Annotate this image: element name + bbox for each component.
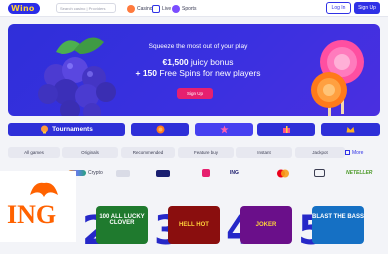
casino-icon (127, 4, 135, 13)
trophy-icon (41, 125, 49, 134)
star-icon (219, 125, 229, 134)
filter-originals[interactable]: Originals (62, 147, 118, 158)
search-input[interactable] (60, 5, 114, 12)
more-button[interactable]: More (345, 147, 363, 158)
filter-feature-buy[interactable]: Feature buy (178, 147, 234, 158)
login-button[interactable]: Log In (326, 2, 351, 14)
lollipop-illustration (311, 40, 364, 116)
hero-signup-button[interactable]: Sign Up (177, 88, 213, 99)
filter-instant[interactable]: Instant (236, 147, 292, 158)
category-tournaments[interactable]: Tournaments (8, 123, 125, 136)
payment-card-b (202, 168, 210, 178)
category-coins[interactable] (131, 123, 189, 136)
search-box[interactable] (56, 3, 116, 13)
top-bar: Wino Casino Live Sports Log In Sign Up (0, 0, 388, 17)
category-bonuses[interactable] (257, 123, 315, 136)
hero-bonus: €1,500 juicy bonus (118, 57, 278, 67)
game-tile-1[interactable]: 100 ALL LUCKY CLOVER (96, 206, 148, 244)
payment-card-a (116, 168, 130, 178)
live-icon (152, 4, 160, 13)
nav-casino[interactable]: Casino (127, 3, 153, 14)
hero-bonus-text: juicy bonus (190, 57, 234, 67)
payment-neteller: NETELLER (346, 170, 373, 176)
payment-mastercard (276, 168, 290, 178)
visa-icon (156, 169, 170, 177)
hero-bonus-amount: €1,500 (162, 57, 189, 67)
category-vip[interactable] (321, 123, 380, 136)
games-row: 2 100 ALL LUCKY CLOVER 3 HELL HOT 4 JOKE… (76, 200, 388, 254)
game-tile-3[interactable]: JOKER (240, 206, 292, 244)
game-tile-4[interactable]: BLAST THE BASS (312, 206, 364, 244)
hero-spins-text: Free Spins for new players (159, 68, 261, 78)
hero-banner[interactable]: Squeeze the most out of your play €1,500… (8, 24, 380, 116)
category-featured[interactable] (195, 123, 253, 136)
nav-sports[interactable]: Sports (172, 3, 196, 14)
gift-icon (282, 126, 290, 133)
game-tile-1-title: 100 ALL LUCKY CLOVER (99, 214, 145, 226)
nav-live-label: Live (162, 5, 172, 12)
payment-crypto-label: Crypto (88, 170, 103, 176)
ing-logo-text: ING (7, 200, 57, 229)
hero-title: Squeeze the most out of your play (148, 43, 248, 50)
nav-live[interactable]: Live (152, 3, 171, 14)
signup-button[interactable]: Sign Up (354, 2, 380, 14)
game-tile-2-title: HELL HOT (179, 222, 209, 228)
category-bar: Tournaments (8, 123, 380, 136)
category-tournaments-label: Tournaments (52, 126, 93, 133)
payment-ing: ING (230, 170, 239, 176)
coin-icon (156, 125, 164, 134)
card-a-icon (116, 169, 130, 177)
sports-icon (172, 4, 180, 13)
nav-casino-label: Casino (137, 5, 153, 12)
hero-spins: + 150 Free Spins for new players (118, 68, 278, 78)
grid-icon (345, 150, 350, 155)
blackberry-illustration (38, 37, 116, 116)
logo[interactable]: Wino (8, 3, 40, 14)
lion-icon (30, 182, 58, 197)
filter-recommended[interactable]: Recommended (121, 147, 175, 158)
ing-overlay: ING (0, 171, 76, 242)
nav-sports-label: Sports (182, 5, 197, 12)
game-tile-2[interactable]: HELL HOT (168, 206, 220, 244)
skrill-icon (314, 169, 325, 177)
game-tile-3-title: JOKER (255, 222, 277, 228)
hero-spins-prefix: + 150 (135, 68, 158, 78)
filter-jackpot[interactable]: Jackpot (295, 147, 345, 158)
filter-row: All games Originals Recommended Feature … (8, 147, 380, 158)
mastercard-icon (277, 169, 289, 177)
payment-visa (156, 168, 170, 178)
filter-all-games[interactable]: All games (8, 147, 60, 158)
more-label: More (352, 149, 364, 156)
logo-text: Wino (11, 4, 35, 13)
crown-icon (346, 127, 355, 133)
payment-skrill (314, 168, 325, 178)
game-tile-4-title: BLAST THE BASS (312, 214, 364, 220)
card-b-icon (202, 169, 210, 177)
